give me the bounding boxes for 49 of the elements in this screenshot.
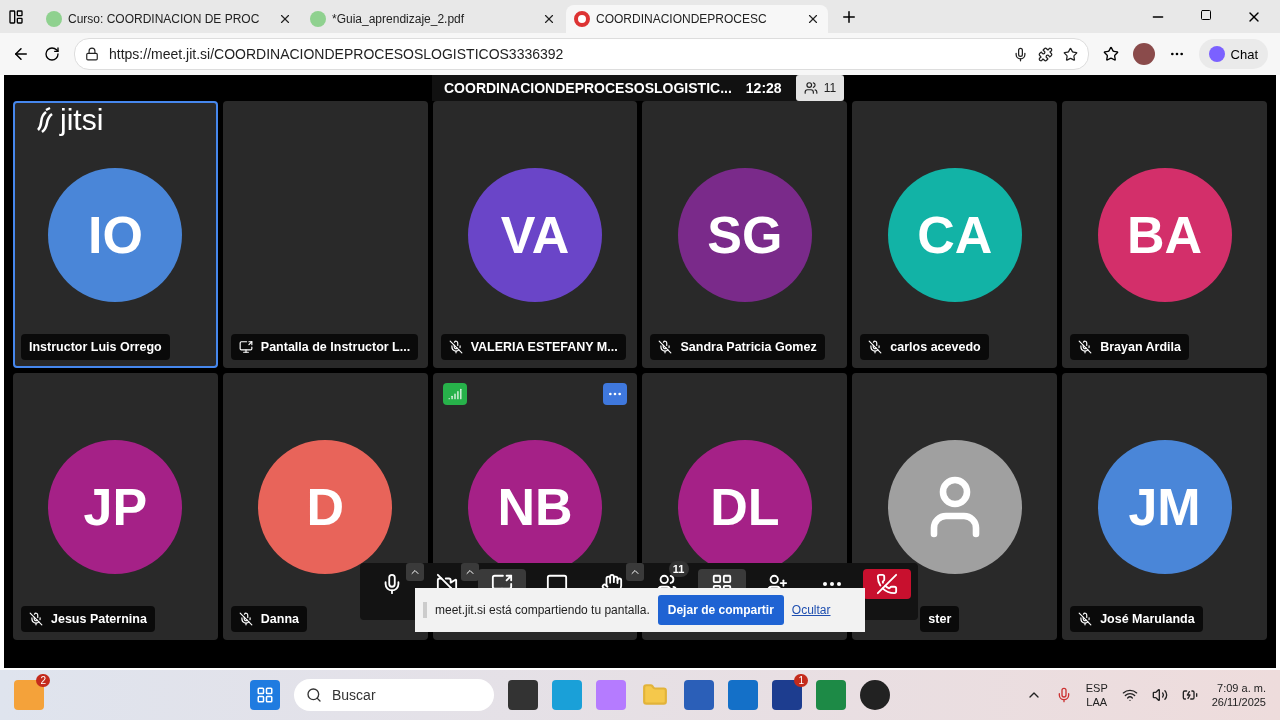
participant-name: Pantalla de Instructor L... [260,340,411,354]
participant-name: Brayan Ardila [1100,340,1181,354]
participant-name: Instructor Luis Orrego [29,340,162,354]
participant-tile[interactable]: ster [852,373,1058,640]
participant-name: ster [928,612,952,626]
avatar: SG [677,167,812,302]
participant-name: Jesus Paternina [51,612,147,626]
participant-tile[interactable]: BA Brayan Ardila [1062,101,1267,368]
browser-tab[interactable]: *Guia_aprendizaje_2.pdf [302,4,564,33]
meeting-time: 12:28 [745,80,782,96]
tab-title: Curso: COORDINACION DE PROC [68,11,261,26]
avatar: JM [1097,439,1232,574]
chat-button[interactable]: Chat [1198,39,1268,69]
avatar: VA [468,167,603,302]
participant-tile[interactable]: JP Jesus Paternina [13,373,218,640]
jitsi-logo: jitsi [34,103,104,137]
participants-badge: 11 [668,561,689,577]
avatar: BA [1097,167,1232,302]
participant-tile[interactable]: SG Sandra Patricia Gomez [642,101,848,368]
tab-title: *Guia_aprendizaje_2.pdf [332,11,466,26]
notification-badge: 1 [794,674,808,687]
browser-tab[interactable]: Curso: COORDINACION DE PROC [38,4,300,33]
participant-name: Sandra Patricia Gomez [680,340,817,354]
avatar: IO [48,167,183,302]
clock[interactable]: 7:09 a. m. 26/11/2025 [1211,682,1266,708]
participant-tile[interactable]: JM José Marulanda [1062,373,1267,640]
stop-sharing-button[interactable]: Dejar de compartir [657,595,784,625]
search-placeholder: Buscar [332,687,376,703]
url-text: https://meet.jit.si/COORDINACIONDEPROCESOSLOGISTICOS3336392 [109,46,565,62]
participant-tile[interactable]: CA carlos acevedo [852,101,1058,368]
browser-tab[interactable]: COORDINACIONDEPROCESC [566,4,828,33]
participant-name: José Marulanda [1100,612,1195,626]
avatar: CA [887,167,1022,302]
participant-tile[interactable]: Pantalla de Instructor L... [222,101,428,368]
participant-name: VALERIA ESTEFANY M... [470,340,618,354]
avatar: D [258,439,393,574]
hide-link[interactable]: Ocultar [791,603,831,617]
participant-tile[interactable]: VA VALERIA ESTEFANY M... [432,101,638,368]
search-field[interactable]: Buscar [294,679,494,711]
participant-tile[interactable]: D Danna [222,373,428,640]
participants-count[interactable]: 11 [795,75,845,101]
participant-name: carlos acevedo [890,340,981,354]
notification-badge: 2 [36,674,50,687]
meeting-title: COORDINACIONDEPROCESOSLOGISTIC... [444,80,732,96]
language-indicator[interactable]: ESP LAA [1085,682,1108,708]
avatar: JP [48,439,183,574]
participant-name: Danna [260,612,300,626]
address-bar[interactable]: https://meet.jit.si/COORDINACIONDEPROCESOSLOGISTICOS3336392 [74,38,1089,70]
tab-title: COORDINACIONDEPROCESC [596,11,768,26]
